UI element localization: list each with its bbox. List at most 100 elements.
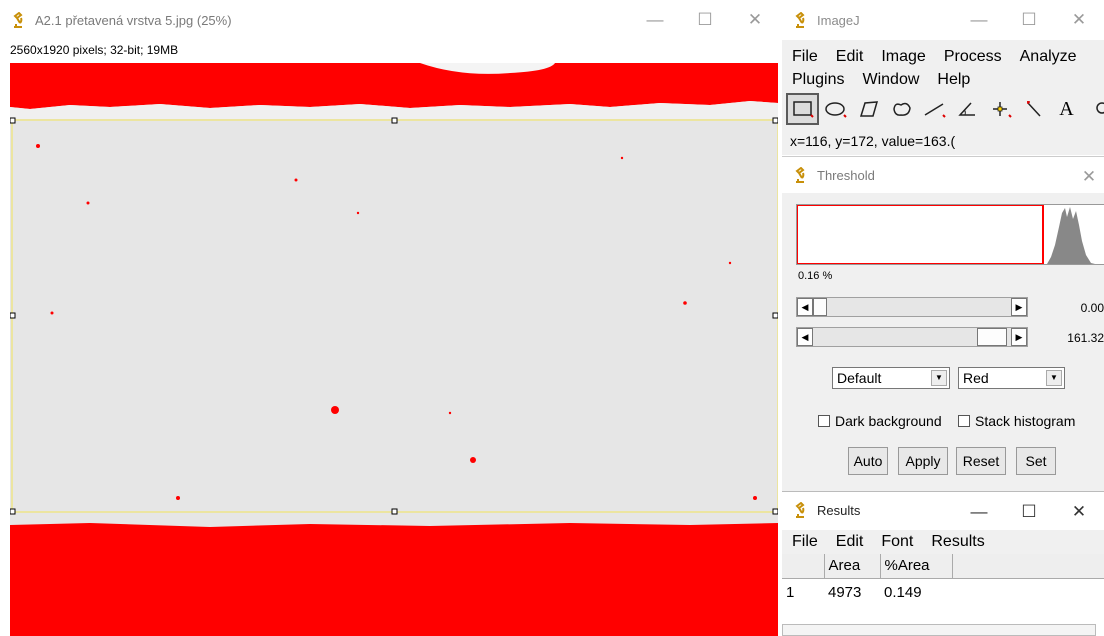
slider-thumb[interactable] bbox=[977, 328, 1007, 346]
dark-background-checkbox[interactable]: Dark background bbox=[818, 413, 942, 429]
menu-image[interactable]: Image bbox=[871, 46, 933, 68]
slider-left-arrow[interactable]: ◀ bbox=[797, 298, 813, 316]
magnifier-tool[interactable] bbox=[1083, 93, 1104, 125]
threshold-titlebar[interactable]: Threshold ✕ bbox=[782, 157, 1104, 193]
imagej-main-window: ImageJ — ☐ ✕ File Edit Image Process Ana… bbox=[782, 0, 1104, 155]
imagej-microscope-icon bbox=[793, 167, 807, 183]
imagej-microscope-icon bbox=[11, 12, 25, 28]
stack-histogram-label: Stack histogram bbox=[975, 413, 1076, 429]
polygon-icon bbox=[859, 101, 878, 117]
wand-icon bbox=[1026, 101, 1041, 117]
results-menubar: File Edit Font Results bbox=[782, 530, 1104, 554]
results-menu-font[interactable]: Font bbox=[871, 530, 921, 554]
imagej-titlebar[interactable]: ImageJ — ☐ ✕ bbox=[782, 0, 1104, 40]
minimize-button[interactable]: — bbox=[630, 0, 680, 40]
results-menu-edit[interactable]: Edit bbox=[826, 530, 872, 554]
menu-analyze[interactable]: Analyze bbox=[1010, 46, 1085, 68]
set-button[interactable]: Set bbox=[1016, 447, 1056, 475]
horizontal-scrollbar[interactable] bbox=[782, 624, 1096, 636]
method-value: Default bbox=[837, 370, 882, 386]
point-icon bbox=[992, 102, 1012, 118]
status-bar: x=116, y=172, value=163.( bbox=[790, 133, 956, 149]
line-tool[interactable] bbox=[918, 93, 951, 125]
menu-help[interactable]: Help bbox=[927, 69, 978, 91]
menu-window[interactable]: Window bbox=[852, 69, 927, 91]
results-window: Results — ☐ ✕ File Edit Font Results Are… bbox=[782, 491, 1104, 636]
roi-handle[interactable] bbox=[772, 312, 778, 319]
roi-handle[interactable] bbox=[772, 508, 778, 515]
freehand-tool[interactable] bbox=[885, 93, 918, 125]
row-index: 1 bbox=[786, 583, 795, 601]
magnifier-icon bbox=[1095, 102, 1104, 114]
threshold-window: Threshold ✕ 0.16 % ◀ ▶ 0.00 ◀ ▶ 161.32 D… bbox=[782, 156, 1104, 491]
imagej-menubar-row1: File Edit Image Process Analyze bbox=[782, 46, 1104, 68]
menu-file[interactable]: File bbox=[782, 46, 826, 68]
max-threshold-slider[interactable]: ◀ ▶ bbox=[796, 327, 1028, 347]
results-title: Results bbox=[817, 502, 861, 518]
results-menu-results[interactable]: Results bbox=[921, 530, 992, 554]
area-value: 4973 bbox=[828, 583, 862, 601]
point-tool[interactable] bbox=[984, 93, 1017, 125]
checkbox-box[interactable] bbox=[958, 415, 970, 427]
results-titlebar[interactable]: Results — ☐ ✕ bbox=[782, 492, 1104, 528]
method-select[interactable]: Default ▼ bbox=[832, 367, 950, 389]
close-button[interactable]: ✕ bbox=[1054, 492, 1104, 532]
close-button[interactable]: ✕ bbox=[730, 0, 780, 40]
imagej-menubar-row2: Plugins Window Help bbox=[782, 69, 1104, 91]
rectangle-tool[interactable] bbox=[786, 93, 819, 125]
column-header-percent-area[interactable]: %Area bbox=[880, 554, 953, 579]
roi-handle[interactable] bbox=[772, 117, 778, 124]
minimize-button[interactable]: — bbox=[954, 492, 1004, 532]
imagej-microscope-icon bbox=[793, 12, 807, 28]
roi-handle[interactable] bbox=[391, 117, 398, 124]
results-menu-file[interactable]: File bbox=[782, 530, 826, 554]
image-window-titlebar[interactable]: A2.1 přetavená vrstva 5.jpg (25%) — ☐ ✕ bbox=[0, 0, 780, 40]
wand-tool[interactable] bbox=[1017, 93, 1050, 125]
maximize-button[interactable]: ☐ bbox=[680, 0, 730, 40]
slider-thumb[interactable] bbox=[813, 298, 827, 316]
roi-handle[interactable] bbox=[10, 508, 16, 515]
image-window-title: A2.1 přetavená vrstva 5.jpg (25%) bbox=[35, 12, 232, 28]
table-row[interactable]: 1 4973 0.149 bbox=[782, 578, 1104, 606]
oval-tool[interactable] bbox=[819, 93, 852, 125]
angle-tool[interactable] bbox=[951, 93, 984, 125]
image-canvas[interactable] bbox=[10, 63, 778, 636]
imagej-title: ImageJ bbox=[817, 12, 860, 28]
column-header-empty bbox=[952, 554, 1104, 579]
slider-left-arrow[interactable]: ◀ bbox=[797, 328, 813, 346]
column-header-index[interactable] bbox=[782, 554, 825, 579]
menu-process[interactable]: Process bbox=[934, 46, 1010, 68]
stack-histogram-checkbox[interactable]: Stack histogram bbox=[958, 413, 1075, 429]
menu-plugins[interactable]: Plugins bbox=[782, 69, 852, 91]
imagej-toolbar: A bbox=[786, 93, 1104, 127]
percent-area-value: 0.149 bbox=[884, 583, 922, 601]
minimize-button[interactable]: — bbox=[954, 0, 1004, 40]
display-select[interactable]: Red ▼ bbox=[958, 367, 1065, 389]
apply-button[interactable]: Apply bbox=[898, 447, 948, 475]
auto-button[interactable]: Auto bbox=[848, 447, 888, 475]
imagej-microscope-icon bbox=[793, 502, 807, 518]
threshold-title: Threshold bbox=[817, 167, 875, 183]
min-threshold-value: 0.00 bbox=[1080, 301, 1104, 315]
min-threshold-slider[interactable]: ◀ ▶ bbox=[796, 297, 1028, 317]
text-tool-glyph: A bbox=[1059, 97, 1074, 120]
reset-button[interactable]: Reset bbox=[956, 447, 1006, 475]
column-header-area[interactable]: Area bbox=[824, 554, 881, 579]
close-button[interactable]: ✕ bbox=[1054, 0, 1104, 40]
maximize-button[interactable]: ☐ bbox=[1004, 0, 1054, 40]
roi-handle[interactable] bbox=[391, 508, 398, 515]
slider-right-arrow[interactable]: ▶ bbox=[1011, 298, 1027, 316]
polygon-tool[interactable] bbox=[852, 93, 885, 125]
text-tool[interactable]: A bbox=[1050, 93, 1083, 125]
slider-right-arrow[interactable]: ▶ bbox=[1011, 328, 1027, 346]
threshold-histogram bbox=[796, 204, 1104, 265]
close-button[interactable]: ✕ bbox=[1074, 157, 1104, 197]
rectangle-icon bbox=[792, 101, 814, 118]
line-icon bbox=[924, 103, 946, 118]
checkbox-box[interactable] bbox=[818, 415, 830, 427]
roi-handle[interactable] bbox=[10, 117, 16, 124]
menu-edit[interactable]: Edit bbox=[826, 46, 872, 68]
maximize-button[interactable]: ☐ bbox=[1004, 492, 1054, 532]
roi-handle[interactable] bbox=[10, 312, 16, 319]
chevron-down-icon: ▼ bbox=[931, 370, 947, 386]
